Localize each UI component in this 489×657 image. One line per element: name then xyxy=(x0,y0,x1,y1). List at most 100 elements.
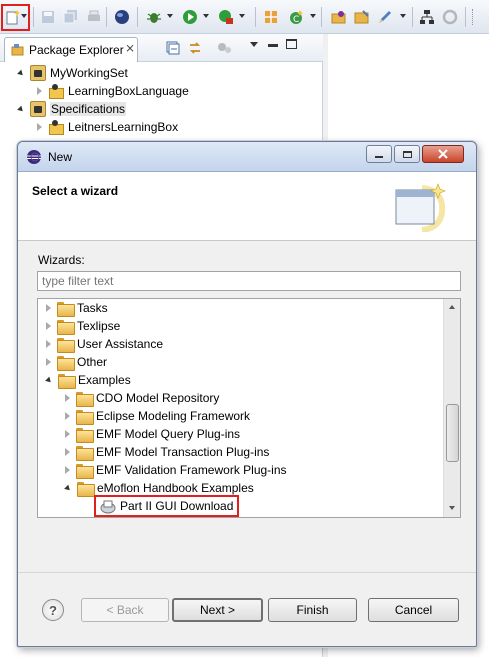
collapsed-twistie-icon[interactable] xyxy=(65,448,70,456)
maximize-button[interactable] xyxy=(394,145,420,163)
expand-twistie-icon[interactable] xyxy=(64,484,72,492)
help-button[interactable]: ? xyxy=(42,599,64,621)
back-button-label: < Back xyxy=(106,603,144,617)
expand-twistie-icon[interactable] xyxy=(17,69,25,77)
wizard-item-emf-model-transaction[interactable]: EMF Model Transaction Plug-ins xyxy=(65,443,269,461)
close-icon xyxy=(438,149,448,159)
wizard-item-examples[interactable]: Examples xyxy=(45,371,131,389)
scroll-up-icon[interactable] xyxy=(449,305,455,309)
wizard-item-label: eMoflon Handbook Examples xyxy=(97,481,254,495)
refresh-icon[interactable] xyxy=(441,8,459,26)
edit-icon[interactable] xyxy=(376,8,394,26)
edit-dropdown-icon[interactable] xyxy=(400,14,406,18)
open-type-icon[interactable] xyxy=(330,8,348,26)
scroll-down-icon[interactable] xyxy=(449,506,455,510)
save-all-icon[interactable] xyxy=(62,8,80,26)
focus-icon[interactable] xyxy=(217,41,233,55)
package-explorer-tab[interactable]: Package Explorer ⨯ xyxy=(4,37,138,62)
wizard-item-label: EMF Model Transaction Plug-ins xyxy=(96,445,270,459)
next-button[interactable]: Next > xyxy=(172,598,263,622)
new-wizard-dropdown-icon[interactable] xyxy=(21,14,27,18)
finish-button[interactable]: Finish xyxy=(268,598,357,622)
wizard-item-emf-validation-framework[interactable]: EMF Validation Framework Plug-ins xyxy=(65,461,287,479)
expand-twistie-icon[interactable] xyxy=(17,105,25,113)
folder-icon xyxy=(57,319,75,335)
next-button-label: Next > xyxy=(199,603,235,617)
folder-icon xyxy=(76,463,94,479)
wizards-label: Wizards: xyxy=(38,253,85,267)
wizard-item-part-ii-gui-download[interactable]: Part II GUI Download xyxy=(94,495,240,517)
wizard-item-emf-model-query[interactable]: EMF Model Query Plug-ins xyxy=(65,425,240,443)
tree-item-learningboxlanguage[interactable]: LearningBoxLanguage xyxy=(37,82,189,100)
collapsed-twistie-icon[interactable] xyxy=(65,412,70,420)
wizard-item-label: User Assistance xyxy=(77,337,164,351)
wizard-tree[interactable]: Tasks Texlipse User Assistance Other Exa… xyxy=(37,298,461,518)
wizard-item-cdo-model-repository[interactable]: CDO Model Repository xyxy=(65,389,219,407)
folder-icon xyxy=(57,301,75,317)
close-icon[interactable]: ⨯ xyxy=(125,41,135,55)
save-icon[interactable] xyxy=(39,8,57,26)
filter-input[interactable] xyxy=(37,271,461,291)
wizard-item-texlipse[interactable]: Texlipse xyxy=(46,317,120,335)
tree-item-label: MyWorkingSet xyxy=(50,66,128,80)
debug-icon[interactable] xyxy=(145,8,163,26)
wizard-item-label: EMF Validation Framework Plug-ins xyxy=(96,463,287,477)
hierarchy-icon[interactable] xyxy=(418,8,436,26)
collapsed-twistie-icon[interactable] xyxy=(46,358,51,366)
tree-item-label: LearningBoxLanguage xyxy=(68,84,189,98)
collapsed-twistie-icon[interactable] xyxy=(46,322,51,330)
cancel-button-label: Cancel xyxy=(394,603,433,617)
collapsed-twistie-icon[interactable] xyxy=(37,87,42,95)
collapsed-twistie-icon[interactable] xyxy=(37,123,42,131)
collapse-all-icon[interactable] xyxy=(166,41,180,55)
dialog-titlebar: New xyxy=(18,142,476,172)
wizard-item-user-assistance[interactable]: User Assistance xyxy=(46,335,163,353)
help-icon: ? xyxy=(49,602,57,618)
folder-icon xyxy=(76,445,94,461)
print-icon[interactable] xyxy=(85,8,103,26)
minimize-button[interactable] xyxy=(366,145,392,163)
tree-item-myworkingset[interactable]: MyWorkingSet xyxy=(17,64,128,82)
folder-icon xyxy=(57,337,75,353)
scroll-thumb[interactable] xyxy=(446,404,459,462)
wizard-tree-scrollbar[interactable] xyxy=(443,299,460,517)
new-wizard-dialog: New Select a wizard Wizards: type filter… xyxy=(17,141,477,647)
view-menu-icon[interactable] xyxy=(250,42,258,47)
debug-dropdown-icon[interactable] xyxy=(167,14,173,18)
new-java-icon[interactable]: C xyxy=(287,8,305,26)
toolbar-grip xyxy=(472,9,475,25)
run-icon[interactable] xyxy=(181,8,199,26)
new-class-icon[interactable] xyxy=(262,8,280,26)
globe-icon[interactable] xyxy=(113,8,131,26)
run-dropdown-icon[interactable] xyxy=(203,14,209,18)
wizard-item-label: Examples xyxy=(78,373,131,387)
tree-item-specifications[interactable]: Specifications xyxy=(17,100,127,118)
collapsed-twistie-icon[interactable] xyxy=(65,394,70,402)
link-with-editor-icon[interactable] xyxy=(187,40,203,56)
back-button[interactable]: < Back xyxy=(81,598,169,622)
expand-twistie-icon[interactable] xyxy=(45,376,53,384)
collapsed-twistie-icon[interactable] xyxy=(46,304,51,312)
external-tools-dropdown-icon[interactable] xyxy=(239,14,245,18)
minimize-view-icon[interactable] xyxy=(268,44,278,47)
collapsed-twistie-icon[interactable] xyxy=(65,430,70,438)
wizard-item-eclipse-modeling-framework[interactable]: Eclipse Modeling Framework xyxy=(65,407,250,425)
wizard-banner-icon xyxy=(392,182,452,233)
wizard-item-other[interactable]: Other xyxy=(46,353,107,371)
tree-item-label: LeitnersLearningBox xyxy=(68,120,179,134)
wizard-item-label: EMF Model Query Plug-ins xyxy=(96,427,241,441)
wizard-item-tasks[interactable]: Tasks xyxy=(46,299,108,317)
close-button[interactable] xyxy=(422,145,464,163)
collapsed-twistie-icon[interactable] xyxy=(46,340,51,348)
external-tools-icon[interactable] xyxy=(217,8,235,26)
project-icon xyxy=(48,119,64,135)
package-explorer-tab-label: Package Explorer xyxy=(29,43,124,57)
new-wizard-icon xyxy=(4,8,22,26)
new-java-dropdown-icon[interactable] xyxy=(310,14,316,18)
cancel-button[interactable]: Cancel xyxy=(368,598,459,622)
tree-item-leitnerslearningbox[interactable]: LeitnersLearningBox xyxy=(37,118,178,136)
open-folder-icon[interactable] xyxy=(353,8,371,26)
folder-icon xyxy=(76,391,94,407)
collapsed-twistie-icon[interactable] xyxy=(65,466,70,474)
maximize-view-icon[interactable] xyxy=(286,39,297,49)
